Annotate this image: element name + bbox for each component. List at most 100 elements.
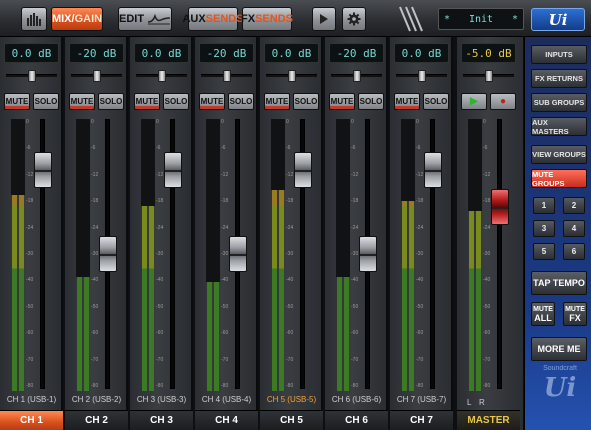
fader-handle[interactable] <box>294 152 312 188</box>
mute-button[interactable]: MUTE <box>329 93 355 110</box>
record-button[interactable]: ● <box>490 93 516 110</box>
meters-view-button[interactable] <box>21 7 47 31</box>
mute-groups-button[interactable]: MUTE GROUPS <box>531 169 587 188</box>
mute-group-2-button[interactable]: 2 <box>563 197 585 214</box>
mute-button[interactable]: MUTE <box>134 93 160 110</box>
gain-display[interactable]: -20 dB <box>69 43 124 63</box>
mute-button[interactable]: MUTE <box>69 93 95 110</box>
solo-button[interactable]: SOLO <box>98 93 124 110</box>
pan-slider[interactable] <box>266 70 317 82</box>
gain-display[interactable]: -20 dB <box>329 43 384 63</box>
solo-button[interactable]: SOLO <box>163 93 189 110</box>
tap-tempo-button[interactable]: TAP TEMPO <box>531 271 587 295</box>
scale-mark: -30 <box>221 251 229 257</box>
aux-sends-tab[interactable]: AUX SENDS <box>182 7 244 31</box>
scale-mark: -60 <box>416 330 424 336</box>
channel-name-tab[interactable]: CH 3 <box>130 410 193 430</box>
mute-button[interactable]: MUTE <box>394 93 420 110</box>
mute-button[interactable]: MUTE <box>4 93 30 110</box>
gain-display[interactable]: 0.0 dB <box>134 43 189 63</box>
pan-handle[interactable] <box>485 70 493 82</box>
mute-group-4-button[interactable]: 4 <box>563 220 585 237</box>
mute-group-6-button[interactable]: 6 <box>563 243 585 260</box>
settings-button[interactable] <box>342 7 366 31</box>
gain-display[interactable]: 0.0 dB <box>4 43 59 63</box>
pan-handle[interactable] <box>158 70 166 82</box>
master-gain-display[interactable]: -5.0 dB <box>461 43 516 63</box>
gain-display[interactable]: -20 dB <box>199 43 254 63</box>
fader-handle[interactable] <box>34 152 52 188</box>
mute-button[interactable]: MUTE <box>264 93 290 110</box>
view-groups-button[interactable]: VIEW GROUPS <box>531 145 587 164</box>
fader-handle[interactable] <box>164 152 182 188</box>
fader-handle[interactable] <box>229 236 247 272</box>
mute-group-1-button[interactable]: 1 <box>533 197 555 214</box>
channel-source-label: CH 5 (USB-5) <box>266 395 317 404</box>
fader-handle[interactable] <box>359 236 377 272</box>
aux-masters-button[interactable]: AUX MASTERS <box>531 117 587 136</box>
solo-button[interactable]: SOLO <box>358 93 384 110</box>
fader-handle[interactable] <box>491 189 509 225</box>
pan-handle[interactable] <box>223 70 231 82</box>
sidebar-ui-logo: Ui <box>543 373 577 403</box>
channel-name-tab[interactable]: CH 5 <box>260 410 323 430</box>
mute-group-5-button[interactable]: 5 <box>533 243 555 260</box>
pan-slider[interactable] <box>136 70 187 82</box>
mute-all-button[interactable]: MUTE ALL <box>531 302 555 326</box>
pan-slider[interactable] <box>6 70 57 82</box>
fx-label: FX <box>241 13 256 25</box>
snapshot-display[interactable]: * Init * <box>438 8 524 30</box>
more-me-button[interactable]: MORE ME <box>531 337 587 361</box>
solo-button[interactable]: SOLO <box>293 93 319 110</box>
inputs-button[interactable]: INPUTS <box>531 45 587 64</box>
player-button[interactable] <box>312 7 336 31</box>
pan-handle[interactable] <box>93 70 101 82</box>
pan-handle[interactable] <box>418 70 426 82</box>
pan-handle[interactable] <box>28 70 36 82</box>
play-button[interactable]: ▶ <box>461 93 487 110</box>
scale-mark: -50 <box>286 304 294 310</box>
master-left-label: L <box>467 398 472 407</box>
gain-display[interactable]: 0.0 dB <box>264 43 319 63</box>
pan-slider[interactable] <box>201 70 252 82</box>
pan-slider[interactable] <box>463 70 514 82</box>
solo-button[interactable]: SOLO <box>423 93 449 110</box>
channel-name-tab[interactable]: CH 6 <box>325 410 388 430</box>
channel-name-tab[interactable]: CH 2 <box>65 410 128 430</box>
ui-logo-button[interactable]: Ui <box>531 8 585 31</box>
mute-solo-group: MUTE SOLO <box>134 93 189 110</box>
channel-name-tab[interactable]: CH 1 <box>0 410 63 430</box>
pan-slider[interactable] <box>396 70 447 82</box>
mix-gain-tab[interactable]: MIX/GAIN <box>51 7 103 31</box>
sub-groups-button[interactable]: SUB GROUPS <box>531 93 587 112</box>
mute-all-bottom-label: ALL <box>534 313 552 323</box>
meter-unlit-portion <box>206 119 220 282</box>
fx-returns-button[interactable]: FX RETURNS <box>531 69 587 88</box>
scale-mark: -12 <box>351 172 359 178</box>
gain-display[interactable]: 0.0 dB <box>394 43 449 63</box>
fx-sends-tab[interactable]: FX SENDS <box>241 7 293 31</box>
channel-name-tab[interactable]: CH 7 <box>390 410 453 430</box>
scale-mark: -24 <box>286 225 294 231</box>
channel-name-tab[interactable]: CH 4 <box>195 410 258 430</box>
pan-slider[interactable] <box>71 70 122 82</box>
scale-mark: -6 <box>91 145 96 151</box>
mute-group-3-button[interactable]: 3 <box>533 220 555 237</box>
solo-button[interactable]: SOLO <box>33 93 59 110</box>
solo-button[interactable]: SOLO <box>228 93 254 110</box>
pan-handle[interactable] <box>353 70 361 82</box>
scale-mark: 0 <box>156 119 159 125</box>
edit-tab[interactable]: EDIT <box>118 7 172 31</box>
mute-fx-button[interactable]: MUTE FX <box>563 302 587 326</box>
channel-source-label: CH 3 (USB-3) <box>136 395 187 404</box>
mute-button[interactable]: MUTE <box>199 93 225 110</box>
pan-slider[interactable] <box>331 70 382 82</box>
aux-sends-label: SENDS <box>205 13 244 25</box>
pan-handle[interactable] <box>288 70 296 82</box>
scale-mark: -18 <box>26 198 34 204</box>
fader-handle[interactable] <box>424 152 442 188</box>
scale-mark: -40 <box>156 277 164 283</box>
master-name-tab[interactable]: MASTER <box>457 410 520 430</box>
fader-handle[interactable] <box>99 236 117 272</box>
scale-mark: -70 <box>483 357 491 363</box>
